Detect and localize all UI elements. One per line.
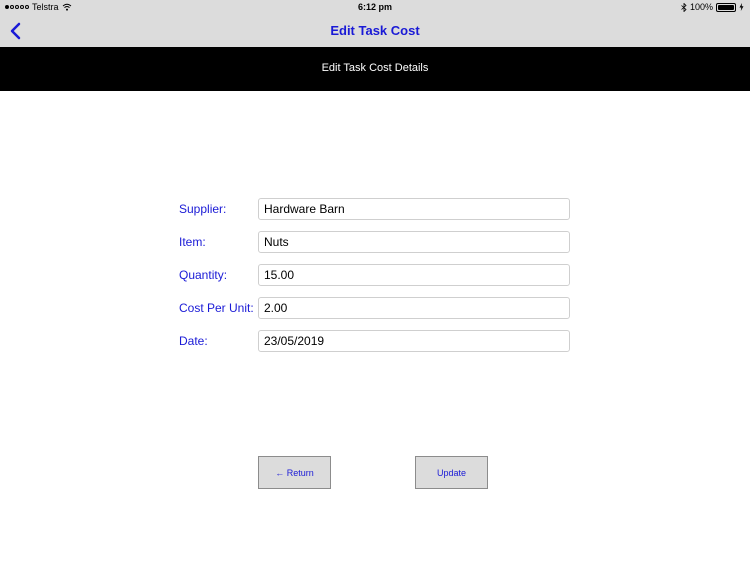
date-label: Date: (179, 334, 208, 348)
quantity-label: Quantity: (179, 268, 228, 282)
banner-title: Edit Task Cost Details (321, 62, 429, 74)
bluetooth-icon (681, 2, 687, 12)
date-field[interactable] (258, 330, 570, 352)
battery-percent: 100% (689, 2, 713, 12)
return-button[interactable]: ← Return (258, 456, 331, 489)
charging-bolt-icon (739, 3, 744, 11)
quantity-field[interactable] (258, 264, 570, 286)
cost-per-unit-field[interactable] (258, 297, 570, 319)
item-label: Item: (179, 235, 206, 249)
supplier-label: Supplier: (179, 202, 227, 216)
quantity-row: Quantity: (179, 264, 571, 286)
battery-icon (716, 2, 736, 12)
status-time: 6:12 pm (357, 2, 392, 12)
supplier-row: Supplier: (179, 198, 571, 220)
item-row: Item: (179, 231, 571, 253)
cost-per-unit-row: Cost Per Unit: (179, 297, 571, 319)
item-field[interactable] (258, 231, 570, 253)
page-title: Edit Task Cost (330, 23, 420, 38)
navigation-bar: Edit Task Cost (0, 15, 750, 47)
cost-per-unit-label: Cost Per Unit: (179, 301, 254, 315)
status-right: 100% (681, 2, 744, 12)
update-button[interactable]: Update (415, 456, 488, 489)
header-banner: Edit Task Cost Details (0, 47, 750, 91)
status-bar: Telstra 6:12 pm 100% (0, 0, 750, 15)
date-row: Date: (179, 330, 571, 352)
supplier-field[interactable] (258, 198, 570, 220)
